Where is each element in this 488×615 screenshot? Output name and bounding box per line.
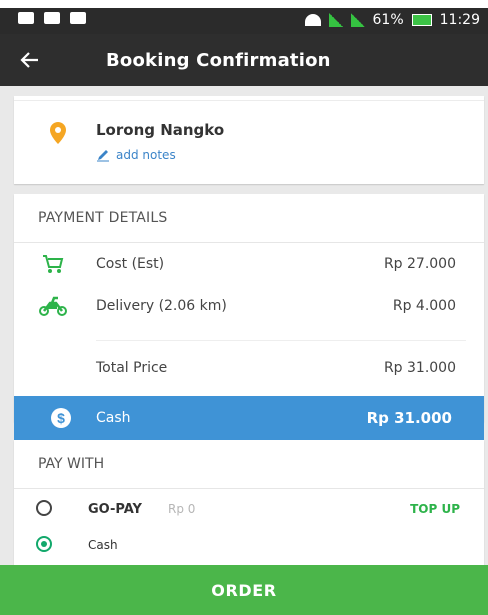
cash-option[interactable]: Cash — [14, 528, 484, 562]
total-row: Total Price Rp 31.000 — [14, 354, 484, 382]
gopay-radio[interactable] — [36, 500, 52, 516]
signal-icon-2 — [350, 13, 365, 27]
selected-payment-bar: $ Cash Rp 31.000 — [14, 396, 484, 440]
total-divider — [96, 340, 466, 341]
top-caption-strip — [0, 0, 488, 8]
top-up-link[interactable]: TOP UP — [410, 502, 460, 516]
battery-percentage: 61% — [372, 12, 404, 28]
wifi-icon — [304, 14, 321, 26]
image-icon — [44, 12, 60, 24]
add-notes-label: add notes — [116, 148, 176, 162]
location-card: Lorong Nangko add notes — [14, 96, 484, 184]
dollar-icon: $ — [51, 408, 71, 428]
section-divider — [14, 488, 484, 489]
delivery-row: Delivery (2.06 km) Rp 4.000 — [14, 292, 484, 320]
signal-icon — [328, 13, 343, 27]
arrow-left-icon — [20, 52, 38, 68]
page-title: Booking Confirmation — [106, 50, 331, 71]
notification-icon — [18, 12, 34, 24]
cash-radio[interactable] — [36, 536, 52, 552]
payment-details-card: PAYMENT DETAILS Cost (Est) Rp 27.000 Del… — [14, 194, 484, 422]
payment-details-title: PAYMENT DETAILS — [38, 210, 168, 226]
cash-option-label: Cash — [88, 538, 118, 552]
add-notes-link[interactable]: add notes — [96, 148, 176, 162]
gopay-label: GO-PAY — [88, 501, 142, 517]
order-button[interactable]: ORDER — [0, 565, 488, 615]
battery-icon — [411, 14, 432, 26]
svg-text:$: $ — [57, 410, 65, 426]
clock: 11:29 — [439, 12, 480, 28]
pencil-icon — [97, 150, 109, 162]
message-icon — [70, 12, 86, 24]
status-indicators: 61% 11:29 — [304, 12, 480, 28]
delivery-amount: Rp 4.000 — [392, 298, 456, 314]
motorbike-icon — [39, 296, 67, 316]
gopay-option[interactable]: GO-PAY Rp 0 TOP UP — [14, 492, 484, 526]
cost-label: Cost (Est) — [96, 256, 165, 272]
pay-with-title: PAY WITH — [38, 456, 105, 472]
gopay-balance: Rp 0 — [168, 502, 196, 516]
card-top-divider — [14, 100, 484, 101]
back-button[interactable] — [14, 44, 46, 76]
section-divider — [14, 242, 484, 243]
cost-row: Cost (Est) Rp 27.000 — [14, 250, 484, 278]
total-label: Total Price — [96, 360, 168, 376]
status-bar: 61% 11:29 — [0, 8, 488, 34]
cash-label: Cash — [96, 410, 131, 426]
cost-amount: Rp 27.000 — [383, 256, 456, 272]
status-notifications — [18, 12, 86, 24]
location-name: Lorong Nangko — [96, 121, 225, 139]
app-bar: Booking Confirmation — [0, 34, 488, 86]
total-amount: Rp 31.000 — [383, 360, 456, 376]
location-pin-icon — [50, 122, 66, 144]
pay-with-card: PAY WITH GO-PAY Rp 0 TOP UP Cash — [14, 440, 484, 572]
delivery-label: Delivery (2.06 km) — [96, 298, 227, 314]
cash-amount: Rp 31.000 — [366, 409, 452, 427]
cart-icon — [43, 255, 64, 273]
